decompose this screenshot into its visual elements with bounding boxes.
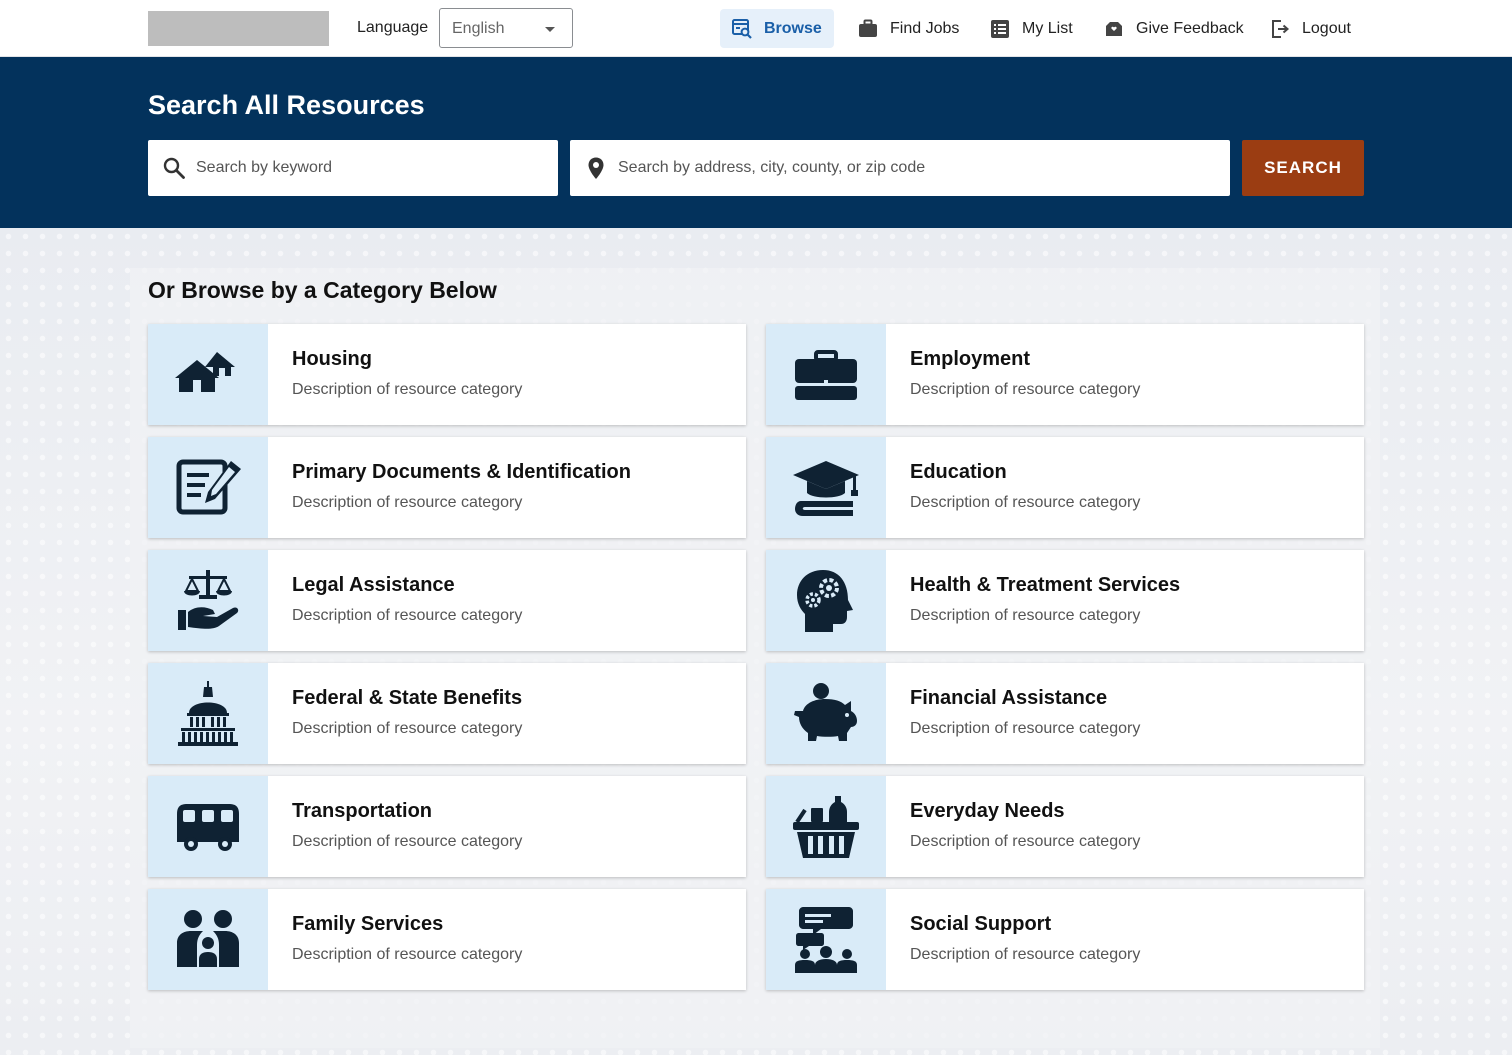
language-label: Language xyxy=(357,19,429,36)
nav-find-jobs-label: Find Jobs xyxy=(890,19,960,37)
category-description: Description of resource category xyxy=(292,494,523,511)
nav-browse-label: Browse xyxy=(764,19,822,37)
head-gears-icon xyxy=(797,569,853,632)
category-icon-tile xyxy=(766,663,886,764)
category-description: Description of resource category xyxy=(292,381,523,398)
piggy-bank-icon xyxy=(794,682,857,741)
family-icon xyxy=(177,909,239,967)
category-description: Description of resource category xyxy=(292,946,523,963)
houses-icon xyxy=(175,351,235,392)
category-icon-tile xyxy=(148,889,268,990)
category-title: Health & Treatment Services xyxy=(910,574,1181,596)
keyword-search-input[interactable] xyxy=(196,140,546,196)
site-logo[interactable] xyxy=(148,11,329,46)
category-icon-tile xyxy=(766,324,886,425)
category-title: Housing xyxy=(292,348,372,370)
nav-logout-label: Logout xyxy=(1302,19,1351,37)
category-card-housing[interactable]: Housing Description of resource category xyxy=(148,324,746,425)
category-icon-tile xyxy=(148,437,268,538)
category-description: Description of resource category xyxy=(910,720,1141,737)
category-card-family-services[interactable]: Family Services Description of resource … xyxy=(148,889,746,990)
category-card-education[interactable]: Education Description of resource catego… xyxy=(766,437,1364,538)
search-button[interactable]: SEARCH xyxy=(1242,140,1364,196)
category-title: Legal Assistance xyxy=(292,574,455,596)
category-title: Social Support xyxy=(910,913,1052,935)
language-selected-value: English xyxy=(452,20,505,37)
category-icon-tile xyxy=(766,550,886,651)
category-card-health-treatment[interactable]: Health & Treatment Services Description … xyxy=(766,550,1364,651)
category-description: Description of resource category xyxy=(910,607,1141,624)
nav-give-feedback-label: Give Feedback xyxy=(1136,19,1244,37)
category-icon-tile xyxy=(766,889,886,990)
category-card-legal-assistance[interactable]: Legal Assistance Description of resource… xyxy=(148,550,746,651)
search-icon xyxy=(163,157,185,179)
hero-title: Search All Resources xyxy=(148,90,425,120)
location-search-input[interactable] xyxy=(618,140,1218,196)
category-title: Employment xyxy=(910,348,1031,370)
category-title: Transportation xyxy=(292,800,433,822)
feedback-icon xyxy=(1106,21,1122,36)
nav-logout[interactable]: Logout xyxy=(1258,9,1363,48)
briefcase-icon xyxy=(795,349,857,400)
top-navigation-bar: Language English Browse Find Jobs My Lis… xyxy=(0,0,1512,57)
keyword-search-box[interactable] xyxy=(148,140,558,196)
nav-my-list[interactable]: My List xyxy=(978,9,1085,48)
search-hero: Search All Resources SEARCH xyxy=(0,57,1512,228)
capitol-icon xyxy=(178,680,238,746)
browse-icon xyxy=(732,18,752,39)
category-description: Description of resource category xyxy=(292,607,523,624)
category-title: Everyday Needs xyxy=(910,800,1065,822)
nav-my-list-label: My List xyxy=(1022,19,1073,37)
language-select[interactable]: English xyxy=(439,8,573,48)
category-icon-tile xyxy=(148,324,268,425)
category-icon-tile xyxy=(148,776,268,877)
category-card-federal-state-benefits[interactable]: Federal & State Benefits Description of … xyxy=(148,663,746,764)
logout-icon xyxy=(1272,19,1290,38)
category-description: Description of resource category xyxy=(910,494,1141,511)
document-pen-icon xyxy=(176,459,241,514)
list-icon xyxy=(991,19,1009,38)
location-search-box[interactable] xyxy=(570,140,1230,196)
category-description: Description of resource category xyxy=(292,720,523,737)
category-description: Description of resource category xyxy=(910,833,1141,850)
scales-hand-icon xyxy=(178,569,239,630)
nav-find-jobs[interactable]: Find Jobs xyxy=(846,9,971,48)
category-card-everyday-needs[interactable]: Everyday Needs Description of resource c… xyxy=(766,776,1364,877)
group-chat-icon xyxy=(795,906,857,973)
category-card-employment[interactable]: Employment Description of resource categ… xyxy=(766,324,1364,425)
category-description: Description of resource category xyxy=(292,833,523,850)
category-card-social-support[interactable]: Social Support Description of resource c… xyxy=(766,889,1364,990)
category-card-primary-documents[interactable]: Primary Documents & Identification Descr… xyxy=(148,437,746,538)
category-title: Federal & State Benefits xyxy=(292,687,523,709)
category-title: Primary Documents & Identification xyxy=(292,461,631,483)
graduation-cap-icon xyxy=(793,460,859,516)
bus-icon xyxy=(177,803,239,851)
category-title: Family Services xyxy=(292,913,444,935)
browse-section-title: Or Browse by a Category Below xyxy=(148,277,497,303)
nav-give-feedback[interactable]: Give Feedback xyxy=(1092,9,1256,48)
map-pin-icon xyxy=(588,157,604,179)
nav-browse[interactable]: Browse xyxy=(720,9,834,48)
category-description: Description of resource category xyxy=(910,381,1141,398)
category-card-financial-assistance[interactable]: Financial Assistance Description of reso… xyxy=(766,663,1364,764)
category-title: Education xyxy=(910,461,1007,483)
briefcase-icon xyxy=(859,19,877,37)
category-description: Description of resource category xyxy=(910,946,1141,963)
grocery-basket-icon xyxy=(793,795,859,858)
category-icon-tile xyxy=(766,437,886,538)
category-icon-tile xyxy=(766,776,886,877)
category-title: Financial Assistance xyxy=(910,687,1108,709)
category-card-transportation[interactable]: Transportation Description of resource c… xyxy=(148,776,746,877)
category-icon-tile xyxy=(148,550,268,651)
chevron-down-icon xyxy=(545,27,555,32)
category-icon-tile xyxy=(148,663,268,764)
